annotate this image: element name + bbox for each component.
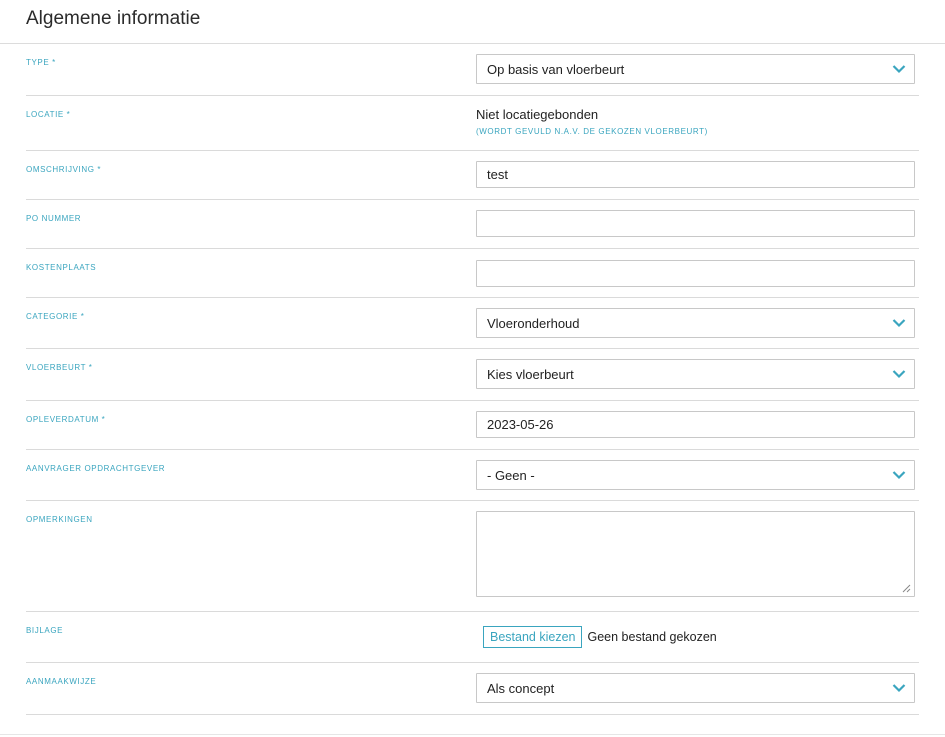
chevron-down-icon (892, 684, 906, 693)
bijlage-label: BIJLAGE (26, 626, 64, 635)
aanvrager-select[interactable]: - Geen - (476, 460, 915, 490)
type-select-value: Op basis van vloerbeurt (487, 61, 625, 77)
row-type: TYPE * Op basis van vloerbeurt (26, 44, 919, 96)
form-page: Algemene informatie TYPE * Op basis van … (0, 0, 945, 737)
type-label: TYPE * (26, 58, 56, 67)
omschrijving-label: OMSCHRIJVING * (26, 165, 102, 174)
section-title: Algemene informatie (26, 8, 201, 29)
locatie-value-block: Niet locatiegebonden (WORDT GEVULD N.A.V… (476, 107, 708, 136)
opmerkingen-label: OPMERKINGEN (26, 515, 93, 524)
chevron-down-icon (892, 65, 906, 74)
choose-file-button[interactable]: Bestand kiezen (483, 626, 583, 648)
aanmaakwijze-select-value: Als concept (487, 680, 555, 696)
file-status: Geen bestand gekozen (587, 630, 717, 644)
locatie-hint: (WORDT GEVULD N.A.V. DE GEKOZEN VLOERBEU… (476, 127, 708, 136)
type-select[interactable]: Op basis van vloerbeurt (476, 54, 915, 84)
vloerbeurt-select[interactable]: Kies vloerbeurt (476, 359, 915, 389)
row-opleverdatum: OPLEVERDATUM * 2023-05-26 (26, 401, 919, 450)
row-aanmaakwijze: AANMAAKWIJZE Als concept (26, 663, 919, 715)
categorie-label: CATEGORIE * (26, 312, 85, 321)
omschrijving-input[interactable]: test (476, 161, 915, 188)
row-aanvrager: AANVRAGER OPDRACHTGEVER - Geen - (26, 450, 919, 501)
po-nummer-label: PO NUMMER (26, 214, 82, 223)
chevron-down-icon (892, 370, 906, 379)
locatie-label: LOCATIE * (26, 110, 71, 119)
row-omschrijving: OMSCHRIJVING * test (26, 151, 919, 200)
opleverdatum-input-value: 2023-05-26 (487, 417, 554, 432)
row-categorie: CATEGORIE * Vloeronderhoud (26, 298, 919, 349)
row-opmerkingen: OPMERKINGEN (26, 501, 919, 612)
locatie-value: Niet locatiegebonden (476, 107, 599, 122)
chevron-down-icon (892, 319, 906, 328)
section-header: Algemene informatie (0, 0, 945, 44)
resize-handle-icon[interactable] (902, 584, 911, 593)
row-po-nummer: PO NUMMER (26, 200, 919, 249)
aanvrager-label: AANVRAGER OPDRACHTGEVER (26, 464, 166, 473)
chevron-down-icon (892, 471, 906, 480)
aanvrager-select-value: - Geen - (487, 467, 535, 483)
opleverdatum-label: OPLEVERDATUM * (26, 415, 106, 424)
file-picker: Bestand kiezen Geen bestand gekozen (483, 626, 717, 648)
aanmaakwijze-select[interactable]: Als concept (476, 673, 915, 703)
omschrijving-input-value: test (487, 167, 508, 182)
po-nummer-input[interactable] (476, 210, 915, 237)
opmerkingen-textarea[interactable] (476, 511, 915, 597)
opleverdatum-input[interactable]: 2023-05-26 (476, 411, 915, 438)
footer-divider (0, 734, 945, 735)
kostenplaats-input[interactable] (476, 260, 915, 287)
kostenplaats-label: KOSTENPLAATS (26, 263, 97, 272)
categorie-select-value: Vloeronderhoud (487, 315, 580, 331)
row-bijlage: BIJLAGE Bestand kiezen Geen bestand geko… (26, 612, 919, 663)
row-locatie: LOCATIE * Niet locatiegebonden (WORDT GE… (26, 96, 919, 151)
vloerbeurt-select-value: Kies vloerbeurt (487, 366, 574, 382)
row-kostenplaats: KOSTENPLAATS (26, 249, 919, 298)
vloerbeurt-label: VLOERBEURT * (26, 363, 93, 372)
categorie-select[interactable]: Vloeronderhoud (476, 308, 915, 338)
aanmaakwijze-label: AANMAAKWIJZE (26, 677, 97, 686)
row-vloerbeurt: VLOERBEURT * Kies vloerbeurt (26, 349, 919, 401)
